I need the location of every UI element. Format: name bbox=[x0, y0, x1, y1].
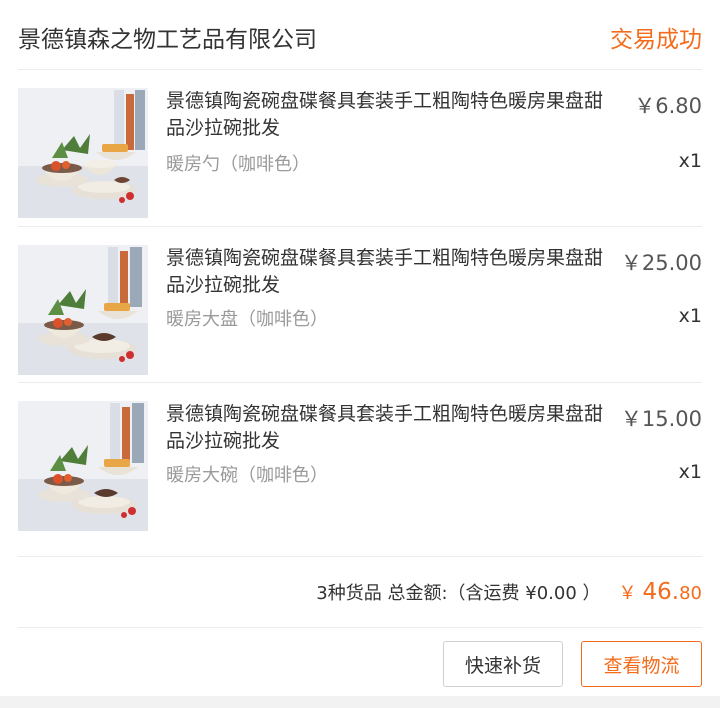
order-item[interactable]: 景德镇陶瓷碗盘碟餐具套装手工粗陶特色暖房果盘甜品沙拉碗批发 暖房大碗（咖啡色） … bbox=[18, 382, 702, 537]
product-price: ￥25.00 bbox=[620, 251, 702, 275]
product-quantity: x1 bbox=[678, 461, 702, 483]
total-integer-part: 46. bbox=[642, 579, 680, 605]
order-total-row: 3种货品 总金额:（含运费 ¥0.00 ） ￥ 46.80 bbox=[316, 579, 702, 605]
bottom-divider bbox=[0, 696, 720, 708]
product-price: ￥15.00 bbox=[620, 407, 702, 431]
product-title[interactable]: 景德镇陶瓷碗盘碟餐具套装手工粗陶特色暖房果盘甜品沙拉碗批发 bbox=[166, 245, 606, 299]
ceramic-tableware-image bbox=[18, 245, 148, 375]
product-title[interactable]: 景德镇陶瓷碗盘碟餐具套装手工粗陶特色暖房果盘甜品沙拉碗批发 bbox=[166, 88, 606, 142]
order-status: 交易成功 bbox=[610, 27, 702, 53]
product-quantity: x1 bbox=[678, 150, 702, 172]
product-sku: 暖房勺（咖啡色） bbox=[166, 154, 310, 175]
product-thumbnail[interactable] bbox=[18, 88, 148, 218]
shop-name[interactable]: 景德镇森之物工艺品有限公司 bbox=[18, 20, 317, 54]
total-decimal-part: 80 bbox=[679, 583, 702, 604]
order-item[interactable]: 景德镇陶瓷碗盘碟餐具套装手工粗陶特色暖房果盘甜品沙拉碗批发 暖房大盘（咖啡色） … bbox=[18, 226, 702, 381]
product-thumbnail[interactable] bbox=[18, 401, 148, 531]
product-sku: 暖房大碗（咖啡色） bbox=[166, 465, 328, 486]
product-price: ￥6.80 bbox=[634, 94, 702, 118]
order-summary: 3种货品 总金额:（含运费 ¥0.00 ） ￥ 46.80 bbox=[18, 556, 702, 628]
product-title[interactable]: 景德镇陶瓷碗盘碟餐具套装手工粗陶特色暖房果盘甜品沙拉碗批发 bbox=[166, 401, 606, 455]
product-sku: 暖房大盘（咖啡色） bbox=[166, 309, 328, 330]
order-card: 景德镇森之物工艺品有限公司 交易成功 景德镇陶瓷碗盘碟餐具套装手工粗陶特色暖房果… bbox=[0, 0, 720, 696]
ceramic-tableware-image bbox=[18, 401, 148, 531]
ceramic-tableware-image bbox=[18, 88, 148, 218]
order-summary-text: 3种货品 总金额:（含运费 ¥0.00 ） bbox=[316, 583, 601, 604]
order-header: 景德镇森之物工艺品有限公司 交易成功 bbox=[18, 0, 702, 70]
view-logistics-button[interactable]: 查看物流 bbox=[581, 641, 702, 687]
product-thumbnail[interactable] bbox=[18, 245, 148, 375]
order-item[interactable]: 景德镇陶瓷碗盘碟餐具套装手工粗陶特色暖房果盘甜品沙拉碗批发 暖房勺（咖啡色） ￥… bbox=[18, 70, 702, 225]
product-quantity: x1 bbox=[678, 305, 702, 327]
total-currency-symbol: ￥ bbox=[618, 583, 637, 604]
quick-restock-button[interactable]: 快速补货 bbox=[443, 641, 563, 687]
order-total-price: ￥ 46.80 bbox=[619, 579, 702, 605]
